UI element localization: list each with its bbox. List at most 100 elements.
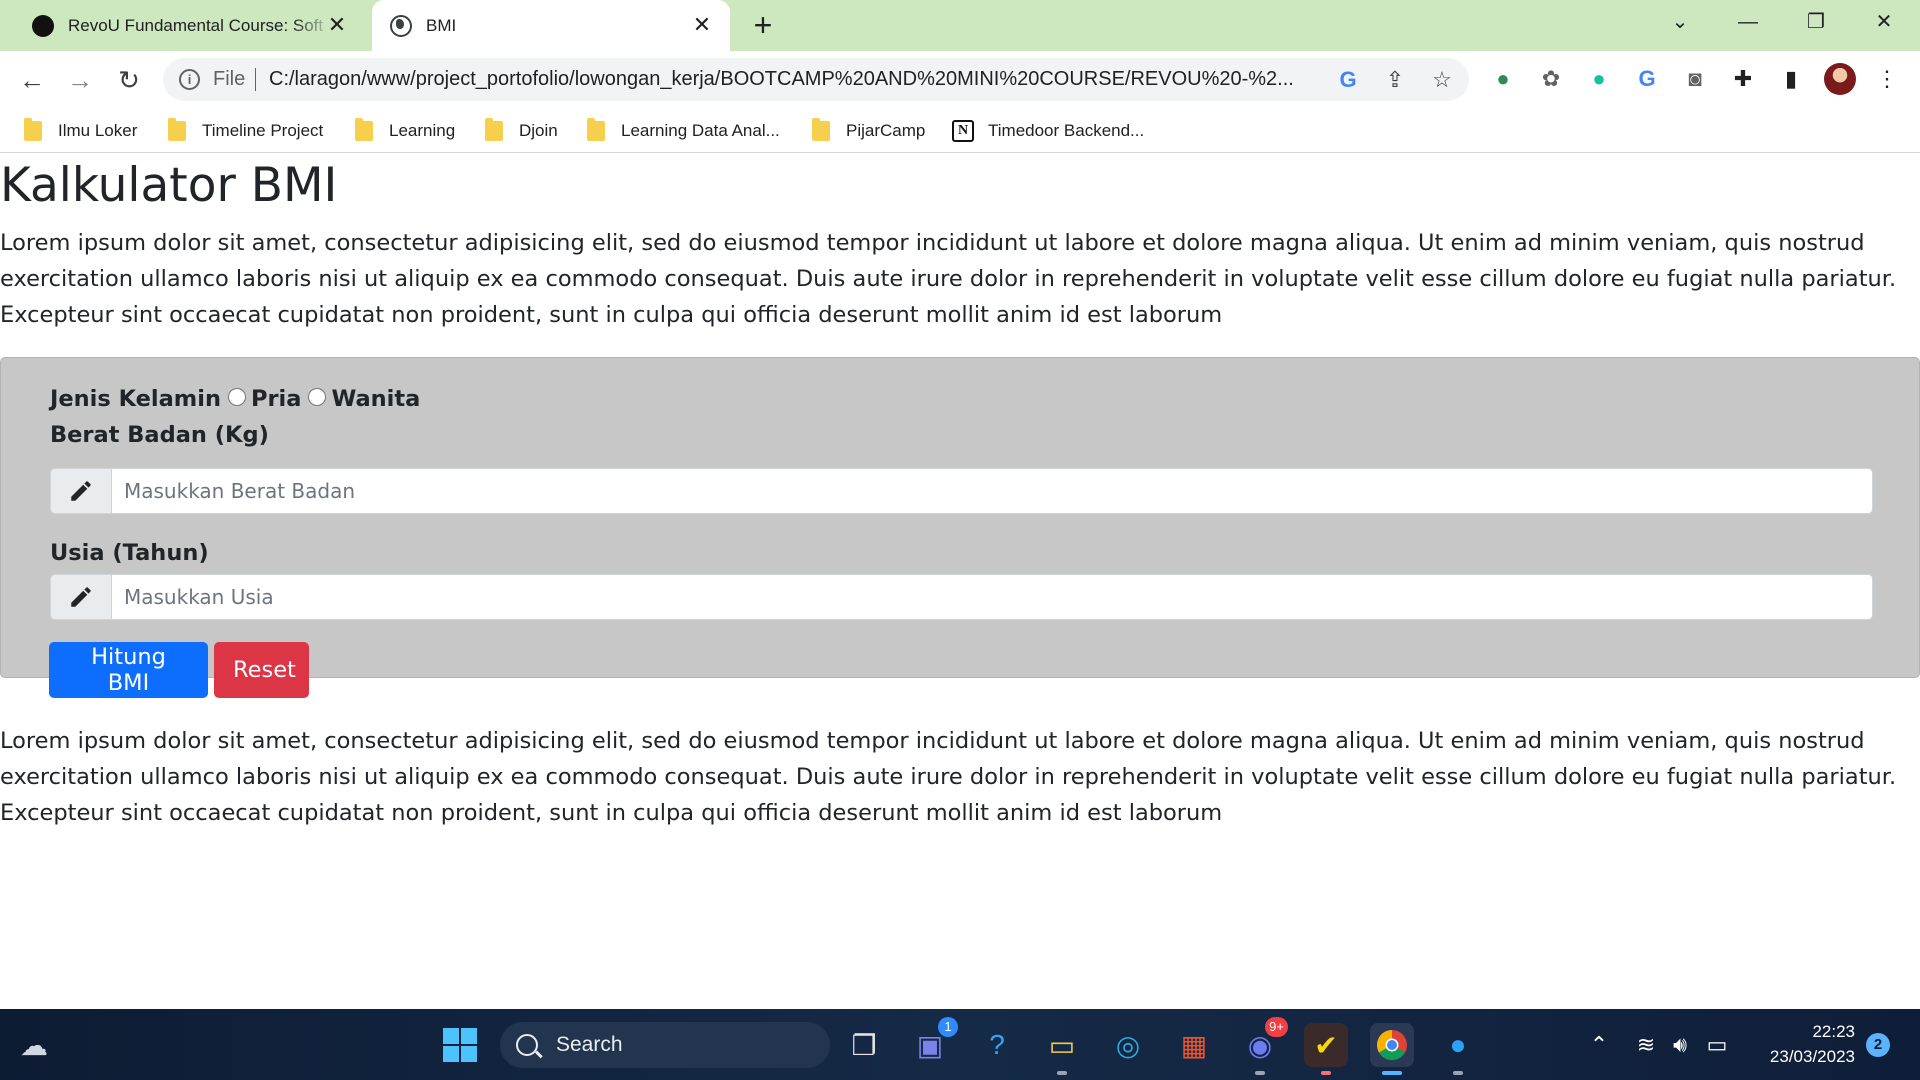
pencil-icon [50, 468, 112, 514]
clock-time: 22:23 [1812, 1022, 1855, 1041]
taskbar: ☁ Search ❐ ▣ 1 ? ▭ ◎ ▦ ◉ 9+ ✔ ● ⌃ ≋ 🔊︎ ▭ 2… [0, 1009, 1920, 1080]
age-label: Usia (Tahun) [50, 540, 209, 566]
task-view-icon[interactable]: ❐ [842, 1023, 886, 1067]
folder-icon [168, 118, 186, 141]
gender-label: Jenis Kelamin [50, 386, 221, 412]
new-tab-button[interactable]: + [746, 8, 780, 42]
clock-date: 23/03/2023 [1769, 1047, 1855, 1066]
system-clock[interactable]: 22:23 23/03/2023 [1745, 1019, 1855, 1069]
taskbar-search[interactable]: Search [500, 1022, 830, 1068]
reload-icon[interactable]: ↻ [110, 61, 148, 99]
close-window-button[interactable]: ✕ [1856, 0, 1912, 44]
translate-icon[interactable]: G [1632, 64, 1662, 94]
bookmark-learning-data-anal[interactable]: Learning Data Anal... [587, 109, 780, 153]
pencil-icon [50, 574, 112, 620]
tab-search-button[interactable]: ⌄ [1652, 0, 1708, 44]
todo-app-icon[interactable]: ✔ [1304, 1023, 1348, 1075]
share-icon[interactable]: ⇪ [1381, 66, 1409, 94]
scheme-label: File [213, 68, 246, 90]
bookmark-djoin[interactable]: Djoin [485, 109, 558, 153]
camera-icon[interactable]: ◙ [1680, 64, 1710, 94]
browser-toolbar: ← → ↻ i File C:/laragon/www/project_port… [0, 51, 1920, 109]
browser-tab-strip: RevoU Fundamental Course: Soft ✕ BMI ✕ +… [0, 0, 1920, 51]
divider [255, 68, 256, 91]
puzzle-icon[interactable]: ✚ [1728, 64, 1758, 94]
forward-icon[interactable]: → [61, 61, 99, 99]
address-bar[interactable]: i File C:/laragon/www/project_portofolio… [163, 58, 1469, 101]
file-explorer-icon[interactable]: ▭ [1040, 1023, 1084, 1075]
start-button[interactable] [438, 1023, 482, 1067]
minimize-button[interactable]: — [1720, 0, 1776, 44]
age-input-group [50, 574, 1873, 620]
globe-icon [390, 14, 412, 37]
bookmark-star-icon[interactable]: ☆ [1428, 66, 1456, 94]
folder-icon [355, 118, 373, 141]
edge-alt-icon[interactable]: ● [1436, 1023, 1480, 1075]
running-indicator [1321, 1071, 1331, 1075]
bookmarks-bar: Ilmu Loker Timeline Project Learning Djo… [0, 109, 1920, 153]
weight-label: Berat Badan (Kg) [50, 422, 269, 448]
notification-badge[interactable]: 2 [1866, 1033, 1890, 1057]
weather-icon[interactable]: ☁ [12, 1023, 56, 1067]
chrome-icon[interactable] [1370, 1023, 1414, 1075]
outro-paragraph: Lorem ipsum dolor sit amet, consectetur … [0, 728, 1897, 826]
sidebar-icon[interactable]: ▮ [1776, 64, 1806, 94]
google-lens-icon[interactable]: G [1334, 66, 1362, 94]
bookmark-timeline-project[interactable]: Timeline Project [168, 109, 323, 153]
bookmark-label: Ilmu Loker [58, 121, 138, 140]
back-icon[interactable]: ← [13, 61, 51, 99]
gender-radio-wanita[interactable] [308, 388, 327, 406]
store-icon[interactable]: ▦ [1172, 1023, 1216, 1067]
help-icon[interactable]: ? [975, 1023, 1019, 1067]
battery-icon[interactable]: ▭ [1702, 1009, 1732, 1080]
bookmark-label: Learning Data Anal... [621, 121, 780, 140]
intro-paragraph: Lorem ipsum dolor sit amet, consectetur … [0, 230, 1897, 328]
bookmark-learning[interactable]: Learning [355, 109, 455, 153]
folder-icon [485, 118, 503, 141]
weight-input-group [50, 468, 1873, 514]
edge-icon[interactable]: ◎ [1106, 1023, 1150, 1067]
reset-button[interactable]: Reset [214, 642, 309, 698]
url-text[interactable]: C:/laragon/www/project_portofolio/lowong… [269, 58, 1319, 101]
restore-button[interactable]: ❐ [1788, 0, 1844, 44]
close-tab-icon[interactable]: ✕ [690, 13, 714, 37]
bookmark-pijarcamp[interactable]: PijarCamp [812, 109, 925, 153]
tab-revou[interactable]: RevoU Fundamental Course: Soft ✕ [20, 0, 365, 51]
volume-icon[interactable]: 🔊︎ [1666, 1009, 1694, 1080]
bookmark-ilmu-loker[interactable]: Ilmu Loker [24, 109, 137, 153]
bookmark-label: Timedoor Backend... [988, 121, 1145, 140]
calculate-bmi-button[interactable]: Hitung BMI [49, 642, 208, 698]
running-indicator [1382, 1071, 1402, 1075]
bookmark-timedoor-backend[interactable]: N Timedoor Backend... [952, 109, 1144, 153]
gender-option-wanita-label[interactable]: Wanita [331, 386, 420, 412]
colorful-globe-icon[interactable]: ● [1488, 64, 1518, 94]
search-label: Search [556, 1033, 623, 1056]
grammarly-icon[interactable]: ● [1584, 64, 1614, 94]
page-title: Kalkulator BMI [0, 158, 338, 213]
close-tab-icon[interactable]: ✕ [325, 13, 349, 37]
gender-row: Jenis Kelamin Pria Wanita [50, 386, 420, 412]
bookmark-label: Learning [389, 121, 456, 140]
avatar[interactable] [1824, 63, 1856, 95]
chevron-up-icon[interactable]: ⌃ [1585, 1009, 1613, 1080]
tab-bmi[interactable]: BMI ✕ [372, 0, 730, 51]
folder-icon [812, 118, 830, 141]
weight-input[interactable] [112, 468, 1873, 514]
running-indicator [1255, 1071, 1265, 1075]
search-icon [516, 1034, 538, 1056]
info-icon[interactable]: i [179, 69, 200, 90]
discord-icon[interactable]: ◉ 9+ [1238, 1017, 1288, 1075]
gender-option-pria-label[interactable]: Pria [251, 386, 301, 412]
bmi-form: Jenis Kelamin Pria Wanita Berat Badan (K… [0, 357, 1920, 678]
folder-icon [587, 118, 605, 141]
bookmark-label: PijarCamp [846, 121, 926, 140]
openai-icon[interactable]: ✿ [1536, 64, 1566, 94]
page-content: Kalkulator BMI Lorem ipsum dolor sit ame… [0, 154, 1920, 1009]
age-input[interactable] [112, 574, 1873, 620]
kebab-menu-icon[interactable]: ⋮ [1872, 64, 1902, 94]
bookmark-label: Timeline Project [202, 121, 324, 140]
gender-radio-pria[interactable] [227, 388, 246, 406]
wifi-icon[interactable]: ≋ [1632, 1009, 1660, 1080]
teams-icon[interactable]: ▣ 1 [908, 1017, 958, 1067]
revou-favicon-icon [32, 14, 54, 37]
